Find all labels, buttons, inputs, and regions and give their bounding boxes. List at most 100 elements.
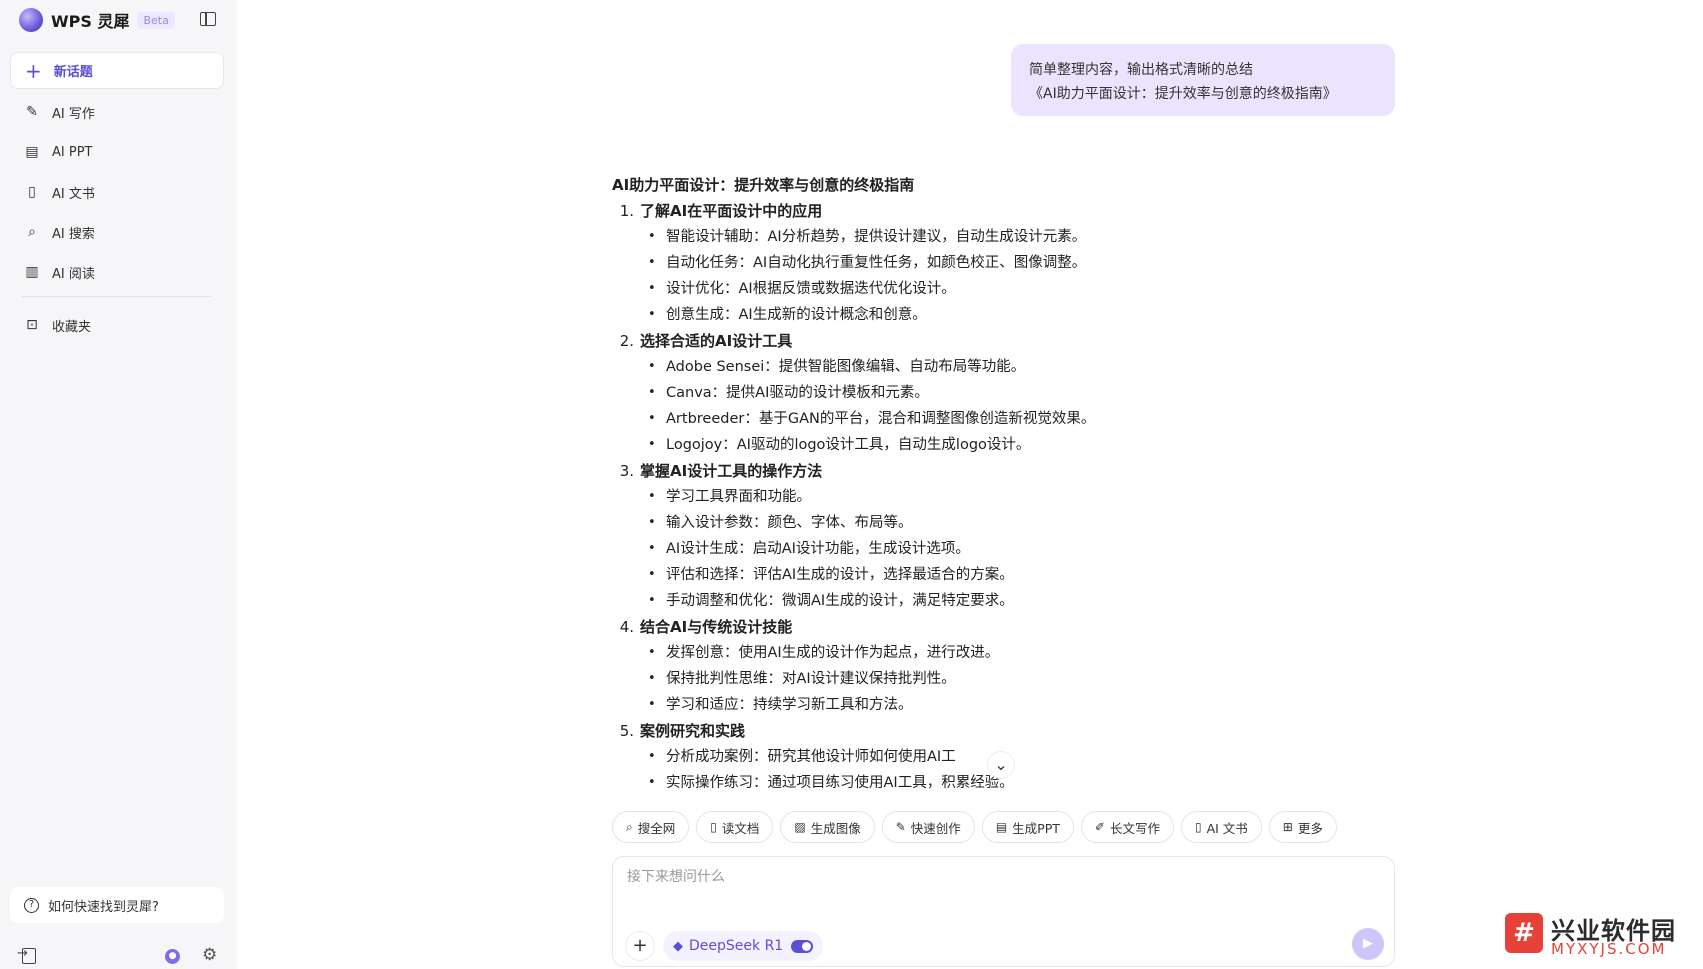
tool-generate-image-button[interactable]: ▨ 生成图像	[780, 811, 875, 843]
section-number: 1.	[619, 202, 634, 220]
logout-icon[interactable]	[17, 946, 36, 964]
section-heading: 1. 了解AI在平面设计中的应用	[612, 198, 1212, 224]
book-icon: ▥	[25, 264, 39, 280]
scroll-to-bottom-chevron-icon[interactable]: ⌄	[987, 751, 1015, 779]
tool-long-writing-button[interactable]: ✐ 长文写作	[1080, 811, 1174, 843]
plus-icon: +	[25, 58, 42, 83]
pen-icon: ✎	[26, 104, 38, 120]
bookmark-icon: ⊡	[26, 317, 38, 333]
section-heading: 2. 选择合适的AI设计工具	[612, 328, 1212, 354]
answer-title: AI助力平面设计：提升效率与创意的终极指南	[612, 176, 915, 194]
list-item-text: 保持批判性思维：对AI设计建议保持批判性。	[666, 671, 956, 687]
list-item-text: 评估和选择：评估AI生成的设计，选择最适合的方案。	[666, 567, 1014, 583]
list-item-text: Adobe Sensei：提供智能图像编辑、自动布局等功能。	[666, 359, 1026, 375]
send-button[interactable]: ▶	[1352, 928, 1384, 960]
list-item-text: 自动化任务：AI自动化执行重复性任务，如颜色校正、图像调整。	[666, 255, 1087, 271]
beta-badge: Beta	[137, 11, 175, 29]
sidebar-nav: ✎ AI 写作 ▤ AI PPT ▯ AI 文书 ⌕ AI 搜索 ▥ AI 阅读…	[10, 92, 224, 345]
wps-lingxi-logo-icon	[19, 8, 43, 32]
sidebar-item-ai-ppt[interactable]: ▤ AI PPT	[10, 132, 224, 172]
tool-generate-ppt-button[interactable]: ▤ 生成PPT	[981, 811, 1074, 843]
section-title: 选择合适的AI设计工具	[640, 332, 793, 350]
send-arrow-icon: ▶	[1363, 936, 1373, 951]
list-item-text: 学习工具界面和功能。	[666, 489, 811, 505]
list-item-text: 创意生成：AI生成新的设计概念和创意。	[666, 307, 927, 323]
list-item-text: 输入设计参数：颜色、字体、布局等。	[666, 515, 913, 531]
sidebar-item-ai-writing[interactable]: ✎ AI 写作	[10, 92, 224, 132]
list-item: • AI设计生成：启动AI设计功能，生成设计选项。	[612, 536, 1212, 562]
sidebar-item-ai-search[interactable]: ⌕ AI 搜索	[10, 212, 224, 252]
tool-label: 快速创作	[910, 820, 961, 836]
section-title: 案例研究和实践	[640, 722, 746, 740]
model-name: DeepSeek R1	[689, 938, 784, 954]
message-input[interactable]	[627, 869, 1367, 885]
document-icon: ▯	[1194, 820, 1202, 834]
sidebar-toggle-icon[interactable]	[200, 12, 216, 26]
list-item: • 学习工具界面和功能。	[612, 484, 1212, 510]
new-topic-button[interactable]: + 新话题	[10, 52, 224, 89]
brand: WPS 灵犀 Beta	[19, 8, 175, 32]
help-link[interactable]: ? 如何快速找到灵犀?	[10, 887, 224, 923]
brand-name: WPS 灵犀	[51, 12, 130, 31]
sidebar-item-ai-reading[interactable]: ▥ AI 阅读	[10, 252, 224, 292]
tool-quick-create-button[interactable]: ✎ 快速创作	[881, 811, 975, 843]
document-icon: ▯	[28, 184, 36, 200]
list-item: • 评估和选择：评估AI生成的设计，选择最适合的方案。	[612, 562, 1212, 588]
list-item: • 分析成功案例：研究其他设计师如何使用AI工	[612, 744, 1212, 770]
sidebar-item-ai-document[interactable]: ▯ AI 文书	[10, 172, 224, 212]
tool-search-web-button[interactable]: ⌕ 搜全网	[612, 811, 690, 843]
tool-label: 更多	[1297, 820, 1323, 836]
list-item-text: 智能设计辅助：AI分析趋势，提供设计建议，自动生成设计元素。	[666, 229, 1087, 245]
list-item-text: 实际操作练习：通过项目练习使用AI工具，积累经验。	[666, 775, 1014, 791]
list-item-text: 设计优化：AI根据反馈或数据迭代优化设计。	[666, 281, 956, 297]
add-attachment-button[interactable]: +	[625, 931, 655, 961]
quick-actions-toolbar: ⌕ 搜全网 ▯ 读文档 ▨ 生成图像 ✎ 快速创作 ▤ 生成PPT ✐ 长文写作 ▯ AI 文…	[612, 811, 1337, 843]
sidebar-divider	[22, 296, 212, 297]
tool-label: 搜全网	[637, 820, 676, 836]
tool-label: 生成图像	[810, 820, 861, 836]
quick-write-icon: ✎	[895, 820, 906, 834]
long-write-icon: ✐	[1094, 820, 1105, 834]
model-selector[interactable]: ◆ DeepSeek R1	[663, 931, 824, 961]
list-item: • 智能设计辅助：AI分析趋势，提供设计建议，自动生成设计元素。	[612, 224, 1212, 250]
help-label: 如何快速找到灵犀?	[48, 899, 159, 915]
list-item-text: 发挥创意：使用AI生成的设计作为起点，进行改进。	[666, 645, 1000, 661]
sidebar-item-favorites[interactable]: ⊡ 收藏夹	[10, 305, 224, 345]
community-icon[interactable]: ●	[165, 949, 180, 964]
settings-gear-icon[interactable]: ⚙	[202, 947, 217, 964]
list-item: • 学习和适应：持续学习新工具和方法。	[612, 692, 1212, 718]
tool-read-document-button[interactable]: ▯ 读文档	[696, 811, 774, 843]
list-item: • 实际操作练习：通过项目练习使用AI工具，积累经验。	[612, 770, 1212, 796]
sidebar-item-label: AI PPT	[52, 144, 93, 160]
tool-label: 长文写作	[1109, 820, 1160, 836]
search-icon: ⌕	[28, 224, 36, 240]
list-item: • 发挥创意：使用AI生成的设计作为起点，进行改进。	[612, 640, 1212, 666]
tool-ai-document-button[interactable]: ▯ AI 文书	[1180, 811, 1262, 843]
list-item-text: 学习和适应：持续学习新工具和方法。	[666, 697, 913, 713]
watermark: # 兴业软件园 MYXYJS.COM	[1505, 911, 1695, 961]
user-message-bubble: 简单整理内容，输出格式清晰的总结 《AI助力平面设计：提升效率与创意的终极指南》	[1011, 44, 1395, 116]
list-item: • 创意生成：AI生成新的设计概念和创意。	[612, 302, 1212, 328]
watermark-url: MYXYJS.COM	[1551, 940, 1667, 958]
section-heading: 3. 掌握AI设计工具的操作方法	[612, 458, 1212, 484]
sidebar-item-label: 收藏夹	[52, 319, 92, 335]
new-topic-label: 新话题	[53, 65, 93, 80]
sidebar-item-label: AI 搜索	[52, 226, 95, 242]
list-item: • 输入设计参数：颜色、字体、布局等。	[612, 510, 1212, 536]
model-toggle-switch[interactable]	[791, 939, 814, 953]
sidebar-item-label: AI 阅读	[52, 266, 95, 282]
deepseek-whale-icon: ◆	[673, 938, 683, 954]
list-item-text: AI设计生成：启动AI设计功能，生成设计选项。	[666, 541, 970, 557]
watermark-logo-icon: #	[1505, 913, 1543, 953]
user-message-line: 简单整理内容，输出格式清晰的总结	[1029, 62, 1253, 78]
user-message-line: 《AI助力平面设计：提升效率与创意的终极指南》	[1029, 86, 1337, 102]
tool-more-button[interactable]: ⊞ 更多	[1268, 811, 1337, 843]
list-item-text: Logojoy：AI驱动的logo设计工具，自动生成logo设计。	[666, 437, 1031, 453]
sidebar-footer: ● ⚙	[0, 946, 237, 968]
question-icon: ?	[24, 897, 39, 913]
section-heading: 4. 结合AI与传统设计技能	[612, 614, 1212, 640]
tool-label: AI 文书	[1206, 820, 1248, 836]
section-title: 了解AI在平面设计中的应用	[640, 202, 823, 220]
ppt-icon: ▤	[25, 144, 39, 160]
sidebar-item-label: AI 文书	[52, 186, 95, 202]
